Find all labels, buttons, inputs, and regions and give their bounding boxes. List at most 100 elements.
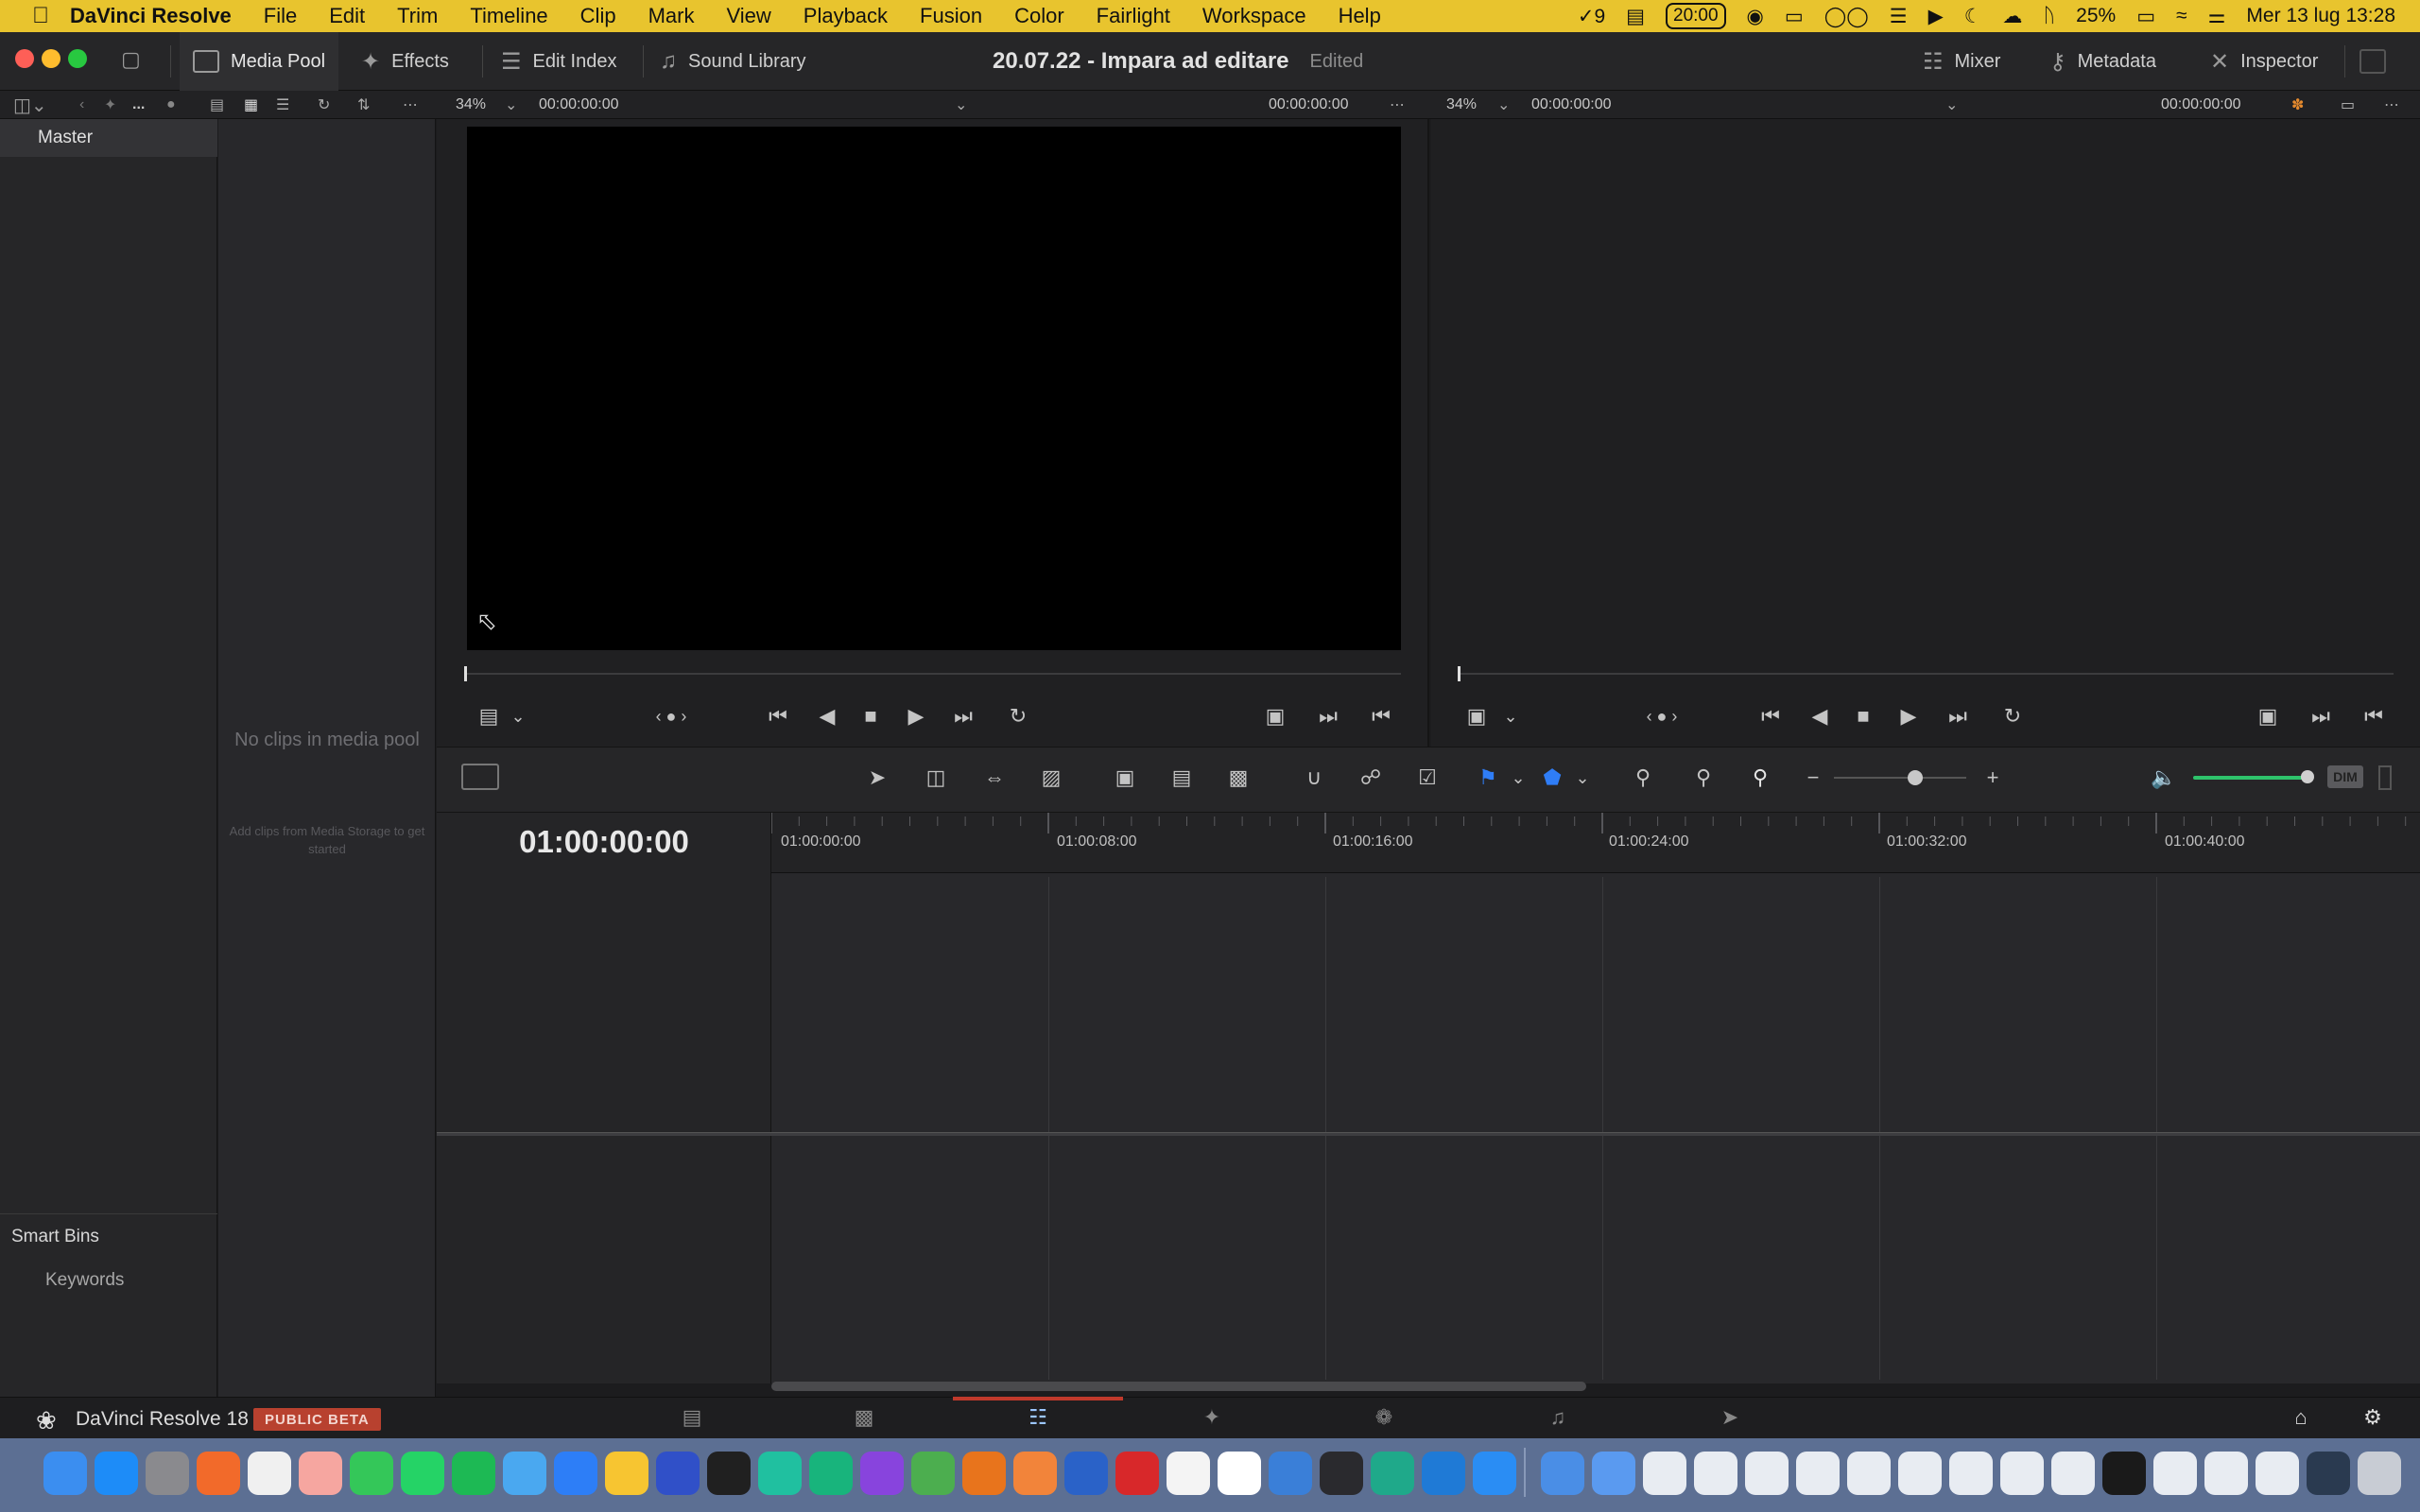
webex-icon[interactable] xyxy=(1064,1452,1108,1495)
video-audio-divider[interactable] xyxy=(437,1132,2420,1136)
smart-bin-keywords[interactable]: Keywords xyxy=(45,1270,124,1291)
chevron-down-icon[interactable]: ⌄ xyxy=(1497,91,1510,119)
menu-fusion[interactable]: Fusion xyxy=(920,4,982,28)
program-playhead[interactable] xyxy=(1458,666,1461,681)
match-frame-icon[interactable]: ▣ xyxy=(1259,701,1291,731)
menu-mark[interactable]: Mark xyxy=(648,4,695,28)
menu-edit[interactable]: Edit xyxy=(329,4,365,28)
menu-playback[interactable]: Playback xyxy=(804,4,888,28)
go-to-end-icon[interactable]: ⏭ xyxy=(1942,701,1974,731)
wifi-icon[interactable]: ≈ xyxy=(2176,5,2187,27)
minimized-window-thumbnail[interactable] xyxy=(2307,1452,2350,1495)
menubar-clock[interactable]: Mer 13 lug 13:28 xyxy=(2246,5,2395,27)
grid-view-icon[interactable]: ▦ xyxy=(244,91,258,119)
chevron-down-icon[interactable]: ⌄ xyxy=(1509,762,1528,794)
launchpad-icon[interactable] xyxy=(299,1452,342,1495)
matlab-icon[interactable] xyxy=(962,1452,1006,1495)
whatsapp-icon[interactable] xyxy=(401,1452,444,1495)
trash-icon[interactable] xyxy=(2358,1452,2401,1495)
minimized-window-thumbnail[interactable] xyxy=(2000,1452,2044,1495)
sync-app-icon[interactable] xyxy=(350,1452,393,1495)
qt-creator-icon[interactable] xyxy=(809,1452,853,1495)
refresh-icon[interactable]: ↻ xyxy=(318,91,330,119)
program-viewer-more-icon[interactable]: ⋯ xyxy=(2384,91,2399,119)
clion-icon[interactable] xyxy=(758,1452,802,1495)
source-zoom[interactable]: 34% xyxy=(456,91,486,119)
finder-icon[interactable] xyxy=(43,1452,87,1495)
transform-icon[interactable]: ▣ xyxy=(1458,701,1495,731)
more-options[interactable]: ... xyxy=(132,91,145,119)
status-check-icon[interactable]: ✓9 xyxy=(1578,5,1605,28)
dot-icon[interactable]: ● xyxy=(166,91,176,119)
minimized-window-thumbnail[interactable] xyxy=(1898,1452,1942,1495)
play-circle-icon[interactable]: ▶ xyxy=(1928,5,1944,28)
stack-icon[interactable]: ☰ xyxy=(1890,5,1908,28)
bin-path-icon[interactable]: ✦ xyxy=(104,91,116,119)
source-scrubber[interactable] xyxy=(467,673,1401,675)
menu-fairlight[interactable]: Fairlight xyxy=(1097,4,1170,28)
color-page-icon[interactable]: ❁ xyxy=(1365,1402,1403,1433)
control-center-icon[interactable]: ⚌ xyxy=(2208,5,2226,28)
calendar-icon[interactable] xyxy=(248,1452,291,1495)
battery-icon[interactable]: ▭ xyxy=(2136,5,2155,28)
minimized-window-thumbnail[interactable] xyxy=(2256,1452,2299,1495)
marker-icon[interactable]: ⬟ xyxy=(1539,762,1565,794)
moon-icon[interactable]: ☾ xyxy=(1964,5,1982,28)
menu-color[interactable]: Color xyxy=(1014,4,1064,28)
notion-icon[interactable] xyxy=(1218,1452,1261,1495)
trim-tool-icon[interactable]: ◫ xyxy=(917,762,955,794)
minimized-window-thumbnail[interactable] xyxy=(1643,1452,1686,1495)
media-page-icon[interactable]: ▤ xyxy=(673,1402,711,1433)
zoom-window-button[interactable] xyxy=(68,49,87,68)
edit-index-button[interactable]: ☰ Edit Index xyxy=(501,32,616,91)
full-extent-zoom-icon[interactable]: ⚲ xyxy=(1622,762,1664,794)
android-studio-icon[interactable] xyxy=(911,1452,955,1495)
chevron-down-icon[interactable]: ⌄ xyxy=(1497,701,1524,731)
insert-clip-icon[interactable]: ▣ xyxy=(1106,762,1144,794)
display-icon[interactable]: ▭ xyxy=(1785,5,1804,28)
overwrite-clip-icon[interactable]: ▤ xyxy=(1163,762,1201,794)
stop-icon[interactable]: ■ xyxy=(1847,701,1879,731)
panel-layout-icon[interactable]: ▢ xyxy=(121,47,153,74)
fairlight-page-icon[interactable]: ♫ xyxy=(1539,1402,1577,1433)
deliver-page-icon[interactable]: ➤ xyxy=(1711,1402,1749,1433)
viewer-mode-icon[interactable]: ▭ xyxy=(2341,91,2355,119)
timeline-viewer[interactable] xyxy=(1431,119,2420,747)
mark-in-icon[interactable]: ⏭ xyxy=(2305,701,2337,731)
minimized-window-thumbnail[interactable] xyxy=(2204,1452,2248,1495)
snapping-icon[interactable]: ∪ xyxy=(1295,762,1333,794)
brave-browser-icon[interactable] xyxy=(197,1452,240,1495)
play-icon[interactable]: ▶ xyxy=(900,701,932,731)
glasses-icon[interactable]: ◯◯ xyxy=(1824,5,1869,28)
bin-master[interactable]: Master xyxy=(0,119,217,157)
back-arrow-icon[interactable]: ‹ xyxy=(79,91,84,119)
volume-slider[interactable] xyxy=(2193,776,2307,780)
minimize-window-button[interactable] xyxy=(42,49,60,68)
play-reverse-icon[interactable]: ◀ xyxy=(1804,701,1836,731)
zoom-out-icon[interactable]: − xyxy=(1804,762,1823,794)
apple-logo-icon[interactable]:  xyxy=(25,0,57,32)
volume-slider-knob[interactable] xyxy=(2301,770,2314,783)
chevron-down-icon[interactable]: ⌄ xyxy=(505,91,517,119)
mixer-button[interactable]: ☷ Mixer xyxy=(1923,32,2000,91)
menu-workspace[interactable]: Workspace xyxy=(1202,4,1306,28)
timeline-tracks[interactable] xyxy=(771,873,2420,1383)
program-scrubber[interactable] xyxy=(1460,673,2394,675)
reminders-icon[interactable] xyxy=(1167,1452,1210,1495)
downloads-folder-icon[interactable] xyxy=(1541,1452,1584,1495)
minimized-window-thumbnail[interactable] xyxy=(2153,1452,2197,1495)
chevron-down-icon[interactable]: ⌄ xyxy=(955,91,967,119)
menu-help[interactable]: Help xyxy=(1339,4,1381,28)
custom-zoom-icon[interactable]: ⚲ xyxy=(1739,762,1781,794)
timeline-timecode[interactable]: 01:00:00:00 xyxy=(437,824,771,860)
cut-page-icon[interactable]: ▩ xyxy=(845,1402,883,1433)
menu-trim[interactable]: Trim xyxy=(397,4,438,28)
color-wheel-icon[interactable]: ✽ xyxy=(2291,91,2304,119)
minimized-window-thumbnail[interactable] xyxy=(2102,1452,2146,1495)
status-app-icon[interactable]: ▤ xyxy=(1626,5,1645,28)
source-jog-control[interactable]: ‹ ● › xyxy=(633,701,709,731)
xcode-icon[interactable] xyxy=(1269,1452,1312,1495)
source-viewer-more-icon[interactable]: ⋯ xyxy=(1390,91,1405,119)
source-playhead[interactable] xyxy=(464,666,467,681)
chevron-down-icon[interactable]: ⌄ xyxy=(1573,762,1592,794)
